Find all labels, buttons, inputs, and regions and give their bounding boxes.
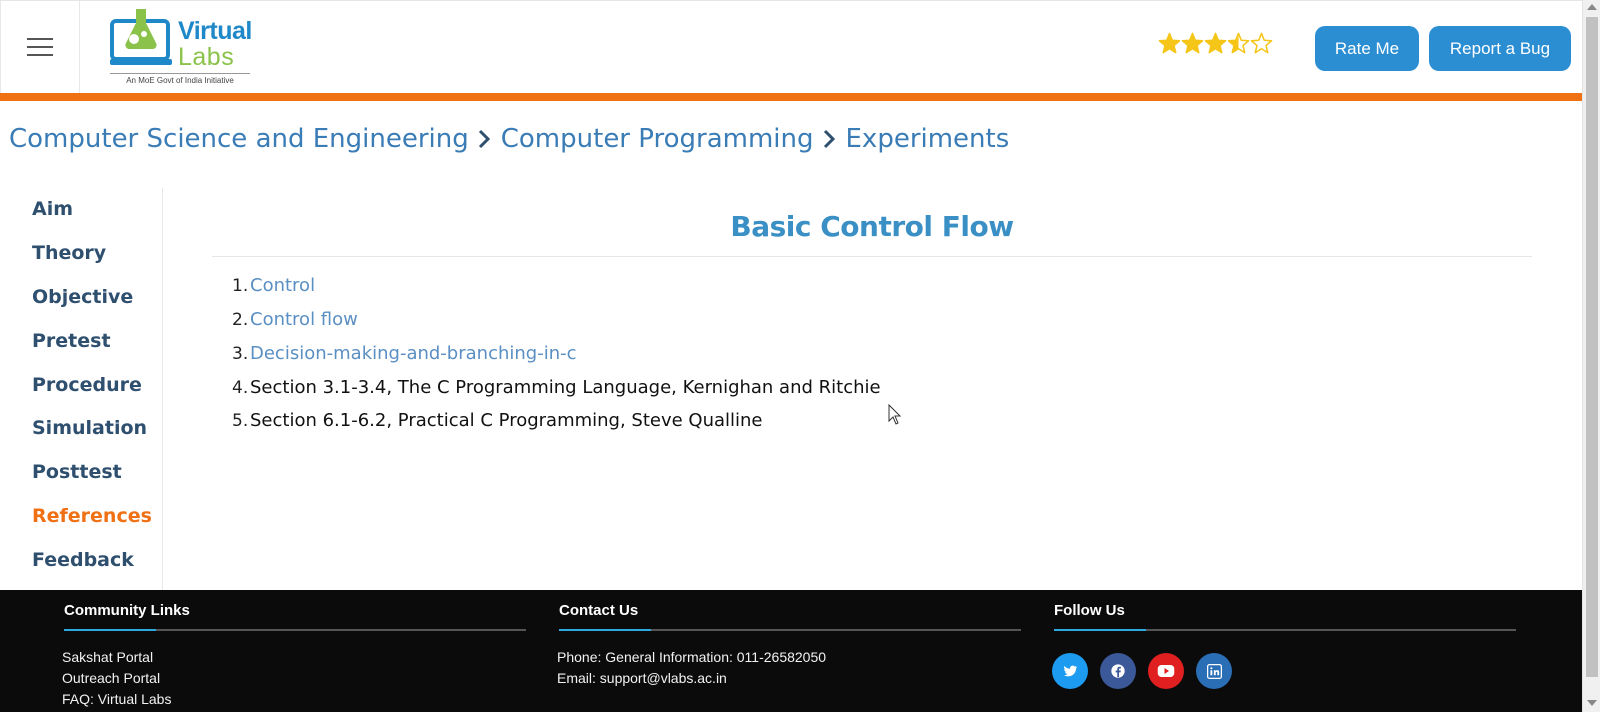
star-filled-icon[interactable]	[1181, 32, 1204, 55]
star-filled-icon[interactable]	[1158, 32, 1181, 55]
footer-divider-accent	[1054, 629, 1146, 631]
sidebar-item-theory[interactable]: Theory	[32, 242, 106, 264]
menu-button[interactable]	[0, 1, 80, 94]
header-accent-bar	[0, 93, 1582, 101]
star-filled-icon[interactable]	[1204, 32, 1227, 55]
logo-word-labs: Labs	[178, 43, 235, 71]
footer-heading: Contact Us	[559, 602, 639, 619]
footer-heading: Community Links	[64, 602, 190, 619]
reference-link[interactable]: Control	[250, 275, 315, 296]
list-number: 5.	[232, 411, 249, 431]
list-item: 1.Control	[232, 275, 315, 296]
sidebar-item-procedure[interactable]: Procedure	[32, 374, 142, 396]
logo-flask-icon	[110, 9, 172, 65]
youtube-icon[interactable]	[1148, 653, 1184, 689]
facebook-icon[interactable]	[1100, 653, 1136, 689]
linkedin-icon[interactable]	[1196, 653, 1232, 689]
site-header: Virtual Labs An MoE Govt of India Initia…	[0, 0, 1582, 94]
reference-text: Section 3.1-3.4, The C Programming Langu…	[250, 377, 881, 398]
sidebar-item-simulation[interactable]: Simulation	[32, 417, 147, 439]
list-number: 1.	[232, 276, 249, 296]
list-item: 4.Section 3.1-3.4, The C Programming Lan…	[232, 377, 881, 398]
list-number: 2.	[232, 310, 249, 330]
footer-divider-accent	[559, 629, 651, 631]
sidebar-item-pretest[interactable]: Pretest	[32, 330, 111, 352]
mouse-cursor-icon	[888, 404, 902, 425]
footer-phone: Phone: General Information: 011-26582050	[557, 649, 827, 665]
list-item: 5.Section 6.1-6.2, Practical C Programmi…	[232, 410, 763, 431]
sidebar-item-references[interactable]: References	[32, 505, 152, 527]
footer-email[interactable]: Email: support@vlabs.ac.in	[557, 670, 727, 686]
chevron-right-icon	[823, 129, 835, 149]
report-bug-button[interactable]: Report a Bug	[1429, 26, 1571, 71]
logo-tagline: An MoE Govt of India Initiative	[110, 73, 250, 85]
rating-stars[interactable]	[1158, 32, 1273, 55]
experiment-sidebar: Aim Theory Objective Pretest Procedure S…	[0, 188, 163, 590]
footer-link-faq[interactable]: FAQ: Virtual Labs	[62, 691, 171, 707]
sidebar-item-objective[interactable]: Objective	[32, 286, 133, 308]
page-title: Basic Control Flow	[730, 210, 1014, 243]
sidebar-item-feedback[interactable]: Feedback	[32, 549, 134, 571]
virtual-labs-logo[interactable]: Virtual Labs An MoE Govt of India Initia…	[110, 7, 260, 87]
reference-text: Section 6.1-6.2, Practical C Programming…	[250, 410, 763, 431]
footer-link-outreach[interactable]: Outreach Portal	[62, 670, 160, 686]
scroll-down-arrow-icon[interactable]	[1587, 700, 1597, 706]
star-half-icon[interactable]	[1227, 32, 1250, 55]
scrollbar-thumb[interactable]	[1586, 17, 1598, 677]
logo-word-virtual: Virtual	[178, 17, 252, 45]
site-footer: Community Links Sakshat Portal Outreach …	[0, 590, 1582, 712]
sidebar-item-posttest[interactable]: Posttest	[32, 461, 122, 483]
rate-me-button[interactable]: Rate Me	[1315, 26, 1419, 71]
footer-link-sakshat[interactable]: Sakshat Portal	[62, 649, 153, 665]
list-number: 4.	[232, 378, 249, 398]
twitter-icon[interactable]	[1052, 653, 1088, 689]
reference-link[interactable]: Control flow	[250, 309, 358, 330]
list-number: 3.	[232, 344, 249, 364]
sidebar-item-aim[interactable]: Aim	[32, 198, 73, 220]
breadcrumb-lab[interactable]: Computer Programming	[501, 124, 814, 154]
breadcrumb: Computer Science and Engineering Compute…	[9, 124, 1009, 154]
list-item: 3.Decision-making-and-branching-in-c	[232, 343, 577, 364]
title-divider	[212, 256, 1532, 257]
footer-divider-accent	[64, 629, 156, 631]
chevron-right-icon	[478, 129, 490, 149]
breadcrumb-experiments[interactable]: Experiments	[846, 124, 1010, 154]
list-item: 2.Control flow	[232, 309, 358, 330]
breadcrumb-department[interactable]: Computer Science and Engineering	[9, 124, 469, 154]
reference-link[interactable]: Decision-making-and-branching-in-c	[250, 343, 577, 364]
hamburger-icon	[27, 37, 53, 57]
star-empty-icon[interactable]	[1250, 32, 1273, 55]
page-scrollbar[interactable]	[1582, 0, 1600, 712]
scroll-up-arrow-icon[interactable]	[1587, 4, 1597, 10]
footer-heading: Follow Us	[1054, 602, 1125, 619]
